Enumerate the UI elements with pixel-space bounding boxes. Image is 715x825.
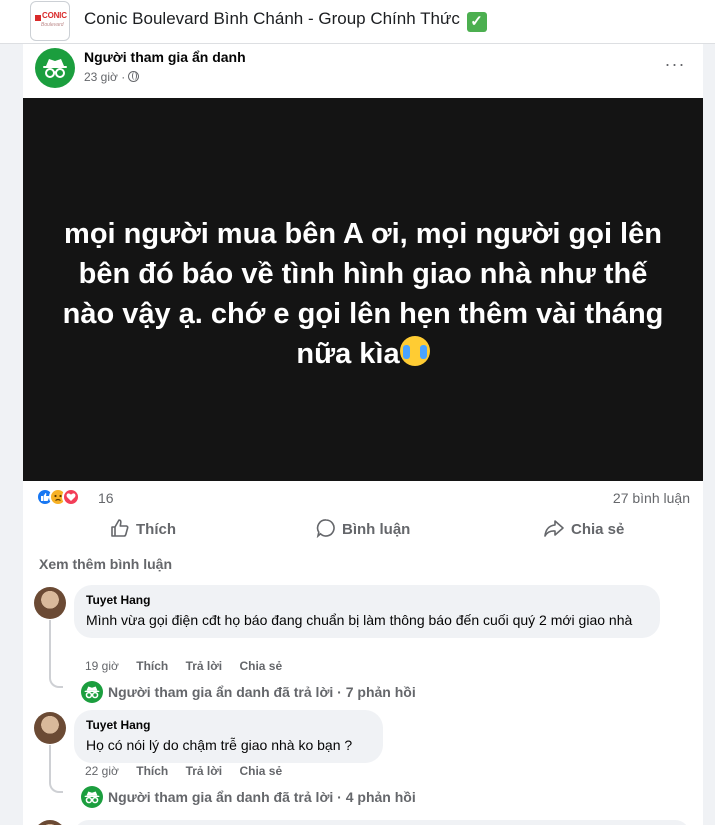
- post-actions: Thích Bình luận Chia sẻ: [23, 512, 703, 548]
- love-reaction-icon: [62, 488, 80, 506]
- comment-time[interactable]: 22 giờ: [85, 764, 119, 778]
- group-title-text: Conic Boulevard Bình Chánh - Group Chính…: [84, 9, 460, 28]
- comment-bubble: Tuyet Hang Họ có nói lý do chậm trễ giao…: [74, 710, 383, 763]
- comment-reply-link[interactable]: Trả lời: [186, 764, 223, 778]
- post-image-text: mọi người mua bên A ơi, mọi người gọi lê…: [53, 214, 673, 374]
- more-options-icon[interactable]: ···: [663, 54, 687, 78]
- group-header: CONIC Boulevard Conic Boulevard Bình Chá…: [0, 0, 715, 44]
- comment-button[interactable]: Bình luận: [316, 512, 410, 548]
- group-title[interactable]: Conic Boulevard Bình Chánh - Group Chính…: [84, 9, 487, 32]
- commenter-avatar[interactable]: [34, 820, 66, 825]
- replies-summary-text: Người tham gia ẩn danh đã trả lời · 4 ph…: [108, 789, 416, 805]
- check-mark-icon: ✓: [466, 12, 487, 32]
- post-timestamp[interactable]: 23 giờ ·: [84, 70, 140, 84]
- share-arrow-icon: [544, 520, 564, 537]
- post-time-text: 23 giờ ·: [84, 70, 126, 84]
- comment-text: Họ có nói lý do chậm trễ giao nhà ko bạn…: [86, 737, 353, 753]
- comment-share-link[interactable]: Chia sẻ: [239, 659, 282, 673]
- commenter-avatar[interactable]: [34, 587, 66, 619]
- post-text-content: mọi người mua bên A ơi, mọi người gọi lê…: [62, 218, 664, 370]
- anonymous-avatar-small: [81, 786, 103, 808]
- group-logo[interactable]: CONIC Boulevard: [30, 1, 70, 41]
- comment-bubble: Tuyet Hang Mình vừa gọi điện cđt họ báo …: [74, 585, 660, 638]
- commenter-name[interactable]: Tuyet Hang: [86, 718, 371, 732]
- comment-meta: 19 giờ Thích Trả lời Chia sẻ: [85, 659, 296, 673]
- incognito-icon: [84, 686, 100, 699]
- share-button[interactable]: Chia sẻ: [543, 512, 624, 548]
- comment-reply-link[interactable]: Trả lời: [186, 659, 223, 673]
- reaction-count[interactable]: 16: [98, 490, 114, 506]
- logo-mark: [35, 15, 41, 21]
- post-image[interactable]: mọi người mua bên A ơi, mọi người gọi lê…: [23, 98, 703, 481]
- comment-label: Bình luận: [342, 521, 411, 538]
- like-label: Thích: [136, 521, 176, 538]
- crying-face-icon: [399, 336, 430, 366]
- comment-count[interactable]: 27 bình luận: [613, 490, 690, 506]
- reply-thread-line: [49, 620, 63, 688]
- commenter-name[interactable]: Tuyet Hang: [86, 593, 648, 607]
- replies-summary-link[interactable]: Người tham gia ẩn danh đã trả lời · 7 ph…: [81, 681, 416, 703]
- comment-text: Mình vừa gọi điện cđt họ báo đang chuẩn …: [86, 612, 633, 628]
- share-label: Chia sẻ: [571, 521, 625, 538]
- globe-icon: [128, 71, 140, 82]
- comment-time[interactable]: 19 giờ: [85, 659, 119, 673]
- comment-share-link[interactable]: Chia sẻ: [239, 764, 282, 778]
- comment-like-link[interactable]: Thích: [136, 764, 168, 778]
- comment-bubble: [74, 820, 690, 825]
- reply-thread-line: [49, 745, 63, 793]
- comment-like-link[interactable]: Thích: [136, 659, 168, 673]
- post-card: Người tham gia ẩn danh 23 giờ · ··· mọi …: [23, 44, 703, 825]
- comment-bubble-icon: [316, 519, 335, 539]
- commenter-avatar[interactable]: [34, 712, 66, 744]
- replies-summary-text: Người tham gia ẩn danh đã trả lời · 7 ph…: [108, 684, 416, 700]
- incognito-icon: [43, 59, 67, 78]
- anonymous-avatar[interactable]: [35, 48, 75, 88]
- incognito-icon: [84, 791, 100, 804]
- post-author-name[interactable]: Người tham gia ẩn danh: [84, 49, 246, 65]
- replies-summary-link[interactable]: Người tham gia ẩn danh đã trả lời · 4 ph…: [81, 786, 416, 808]
- logo-subtext: Boulevard: [41, 22, 64, 28]
- like-button[interactable]: Thích: [110, 512, 176, 548]
- anonymous-avatar-small: [81, 681, 103, 703]
- comment-meta: 22 giờ Thích Trả lời Chia sẻ: [85, 764, 296, 778]
- thumbs-up-icon: [111, 519, 129, 537]
- logo-text: CONIC: [42, 11, 67, 20]
- view-more-comments-link[interactable]: Xem thêm bình luận: [39, 556, 172, 572]
